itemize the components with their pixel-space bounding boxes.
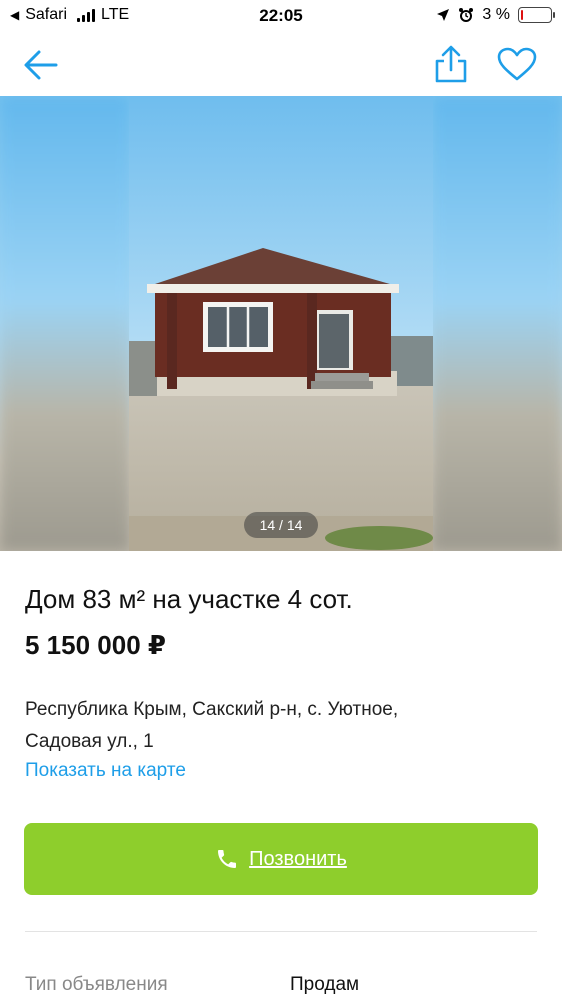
address-line-2: Садовая ул., 1 — [25, 731, 154, 752]
heart-icon[interactable] — [496, 46, 538, 82]
call-button[interactable]: Позвонить — [24, 823, 538, 895]
battery-percent: 3 % — [482, 6, 510, 23]
location-icon — [437, 9, 450, 21]
gallery-blur-left — [0, 96, 130, 551]
listing-title: Дом 83 м² на участке 4 сот. — [25, 584, 353, 614]
param-value-ad-type: Продам — [290, 974, 360, 995]
photo-gallery[interactable]: 14 / 14 — [0, 96, 562, 551]
section-divider — [25, 931, 537, 932]
call-button-label: Позвонить — [249, 847, 347, 870]
arrow-left-icon[interactable] — [22, 48, 58, 82]
phone-icon — [218, 850, 237, 868]
status-bar: ◀ Safari LTE 22:05 3 % — [0, 0, 562, 34]
gallery-blur-right — [432, 96, 562, 551]
param-label-ad-type: Тип объявления — [25, 974, 168, 995]
share-icon[interactable] — [432, 44, 470, 84]
gallery-counter: 14 / 14 — [244, 512, 318, 538]
status-bar-right: 3 % — [436, 6, 555, 24]
battery-icon — [518, 7, 555, 23]
listing-price: 5 150 000 ₽ — [25, 630, 166, 660]
nav-bar — [0, 34, 562, 96]
show-on-map-link[interactable]: Показать на карте — [25, 760, 186, 782]
listing-address: Республика Крым, Сакский р-н, с. Уютное,… — [25, 694, 545, 758]
battery-level — [521, 10, 523, 20]
house-photo[interactable] — [129, 96, 433, 551]
alarm-icon — [459, 8, 474, 22]
address-line-1: Республика Крым, Сакский р-н, с. Уютное, — [25, 699, 399, 720]
